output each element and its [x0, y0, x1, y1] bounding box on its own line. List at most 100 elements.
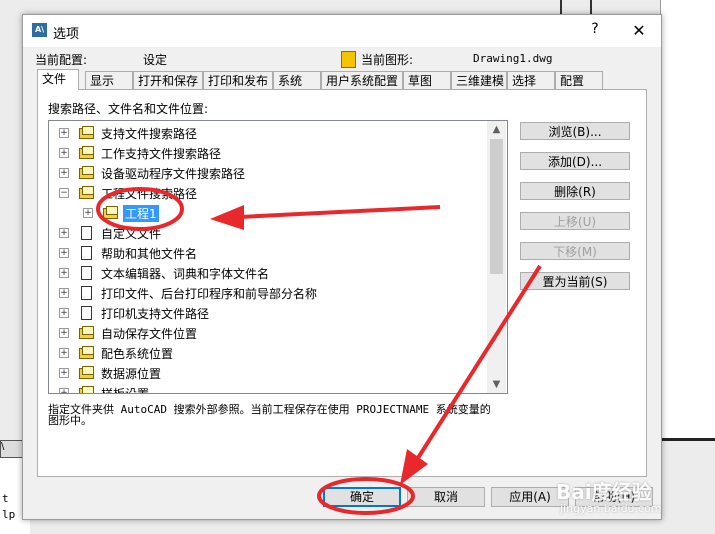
folder-stack-icon: [79, 186, 95, 199]
folder-stack-icon: [79, 366, 95, 379]
ok-button[interactable]: 确定: [323, 487, 401, 507]
tab-drafting[interactable]: 草图: [403, 71, 451, 89]
remove-button[interactable]: 删除(R): [520, 182, 630, 200]
tree-item-label: 数据源位置: [101, 367, 162, 381]
current-drawing-label: 当前图形:: [361, 53, 414, 67]
current-profile-value: 设定: [143, 53, 168, 67]
document-icon: [81, 266, 92, 280]
expand-icon[interactable]: +: [59, 168, 69, 178]
tree-item[interactable]: + 数据源位置: [49, 363, 487, 383]
watermark-url: jingyan.baidu.com: [560, 502, 662, 515]
expand-icon[interactable]: +: [59, 228, 69, 238]
tab-3d-modeling[interactable]: 三维建模: [451, 71, 507, 89]
expand-icon[interactable]: +: [59, 388, 69, 393]
tree-item[interactable]: + 打印文件、后台打印程序和前导部分名称: [49, 283, 487, 303]
tree-item[interactable]: + 文本编辑器、词典和字体文件名: [49, 263, 487, 283]
add-button[interactable]: 添加(D)...: [520, 152, 630, 170]
move-down-button[interactable]: 下移(M): [520, 242, 630, 260]
bg-command-text: t: [2, 492, 9, 505]
expand-icon[interactable]: +: [59, 348, 69, 358]
scroll-down-icon[interactable]: ▼: [487, 376, 506, 393]
current-profile-label: 当前配置:: [35, 53, 88, 67]
folder-stack-icon: [79, 386, 95, 393]
tree-item-label: 配色系统位置: [101, 347, 174, 361]
document-icon: [81, 286, 92, 300]
panel-heading: 搜索路径、文件名和文件位置:: [48, 102, 209, 116]
tree-item[interactable]: + 自定义文件: [49, 223, 487, 243]
tab-selection[interactable]: 选择: [507, 71, 555, 89]
tree-item-project1[interactable]: + 工程1: [49, 203, 487, 223]
tree-item-label: 支持文件搜索路径: [101, 127, 198, 141]
description-text: 指定文件夹供 AutoCAD 搜索外部参照。当前工程保存在使用 PROJECTN…: [48, 403, 491, 427]
bg-side-panel: [660, 0, 715, 440]
drawing-icon: [341, 51, 356, 68]
tree-item-label: 样板设置: [101, 387, 150, 394]
folder-stack-icon: [79, 346, 95, 359]
tree-item-label: 工作支持文件搜索路径: [101, 147, 222, 161]
tree-item-label: 设备驱动程序文件搜索路径: [101, 167, 246, 181]
scroll-thumb[interactable]: [490, 139, 503, 274]
tree-item[interactable]: + 配色系统位置: [49, 343, 487, 363]
scroll-up-icon[interactable]: ▲: [487, 121, 506, 138]
tab-user-preferences[interactable]: 用户系统配置: [321, 71, 403, 89]
tab-plot-publish[interactable]: 打印和发布: [203, 71, 273, 89]
tree-item-label: 打印文件、后台打印程序和前导部分名称: [101, 287, 318, 301]
tab-files[interactable]: 文件: [37, 69, 79, 90]
folder-stack-icon: [79, 166, 95, 179]
help-button[interactable]: ?: [583, 21, 607, 41]
tree-item[interactable]: + 帮助和其他文件名: [49, 243, 487, 263]
tree-item-label: 帮助和其他文件名: [101, 247, 198, 261]
files-tab-panel: 搜索路径、文件名和文件位置: + 支持文件搜索路径 + 工作支持文件搜索路径 +…: [37, 89, 647, 477]
folder-stack-icon: [79, 326, 95, 339]
set-current-button[interactable]: 置为当前(S): [520, 272, 630, 290]
collapse-icon[interactable]: −: [59, 188, 69, 198]
search-path-tree[interactable]: + 支持文件搜索路径 + 工作支持文件搜索路径 + 设备驱动程序文件搜索路径 −…: [48, 120, 508, 394]
tree-item-label: 工程文件搜索路径: [101, 187, 198, 201]
expand-icon[interactable]: +: [59, 308, 69, 318]
bg-command-text: lp: [2, 508, 16, 521]
tree-item-label: 文本编辑器、词典和字体文件名: [101, 267, 270, 281]
expand-icon[interactable]: +: [59, 368, 69, 378]
close-button[interactable]: ✕: [627, 21, 651, 41]
tree-item[interactable]: + 支持文件搜索路径: [49, 123, 487, 143]
tree-item-label: 工程1: [123, 205, 159, 222]
tree-item[interactable]: + 自动保存文件位置: [49, 323, 487, 343]
tree-item-label: 自动保存文件位置: [101, 327, 198, 341]
expand-icon[interactable]: +: [59, 248, 69, 258]
autocad-app-icon: A\: [32, 23, 47, 37]
tree-item[interactable]: + 设备驱动程序文件搜索路径: [49, 163, 487, 183]
tab-open-save[interactable]: 打开和保存: [133, 71, 203, 89]
dialog-title: 选项: [53, 27, 80, 42]
document-icon: [81, 246, 92, 260]
tab-system[interactable]: 系统: [273, 71, 321, 89]
browse-button[interactable]: 浏览(B)...: [520, 122, 630, 140]
folder-stack-icon: [79, 146, 95, 159]
watermark: Bai度经验: [556, 480, 652, 504]
tab-profiles[interactable]: 配置: [555, 71, 603, 89]
expand-icon[interactable]: +: [59, 128, 69, 138]
tree-item[interactable]: + 样板设置: [49, 383, 487, 394]
expand-icon[interactable]: +: [59, 268, 69, 278]
expand-icon[interactable]: +: [59, 148, 69, 158]
tree-item[interactable]: + 工作支持文件搜索路径: [49, 143, 487, 163]
current-drawing-value: Drawing1.dwg: [473, 52, 553, 65]
options-dialog: A\ 选项 ? ✕ 当前配置: 设定 当前图形: Drawing1.dwg 文件…: [22, 14, 662, 520]
document-icon: [81, 306, 92, 320]
vertical-scrollbar[interactable]: ▲ ▼: [487, 121, 506, 393]
tab-display[interactable]: 显示: [85, 71, 133, 89]
cancel-button[interactable]: 取消: [407, 487, 485, 507]
tree-item-label: 自定义文件: [101, 227, 162, 241]
document-icon: [81, 226, 92, 240]
tree-item-label: 打印机支持文件路径: [101, 307, 210, 321]
expand-icon[interactable]: +: [59, 328, 69, 338]
title-bar[interactable]: A\ 选项 ? ✕: [23, 15, 661, 47]
tree-item[interactable]: − 工程文件搜索路径: [49, 183, 487, 203]
folder-stack-icon: [79, 126, 95, 139]
tree-item[interactable]: + 打印机支持文件路径: [49, 303, 487, 323]
move-up-button[interactable]: 上移(U): [520, 212, 630, 230]
expand-icon[interactable]: +: [59, 288, 69, 298]
expand-icon[interactable]: +: [83, 208, 93, 218]
folder-stack-icon: [103, 206, 119, 219]
bg-divider: [658, 438, 715, 441]
bg-tab[interactable]: \: [0, 440, 24, 458]
